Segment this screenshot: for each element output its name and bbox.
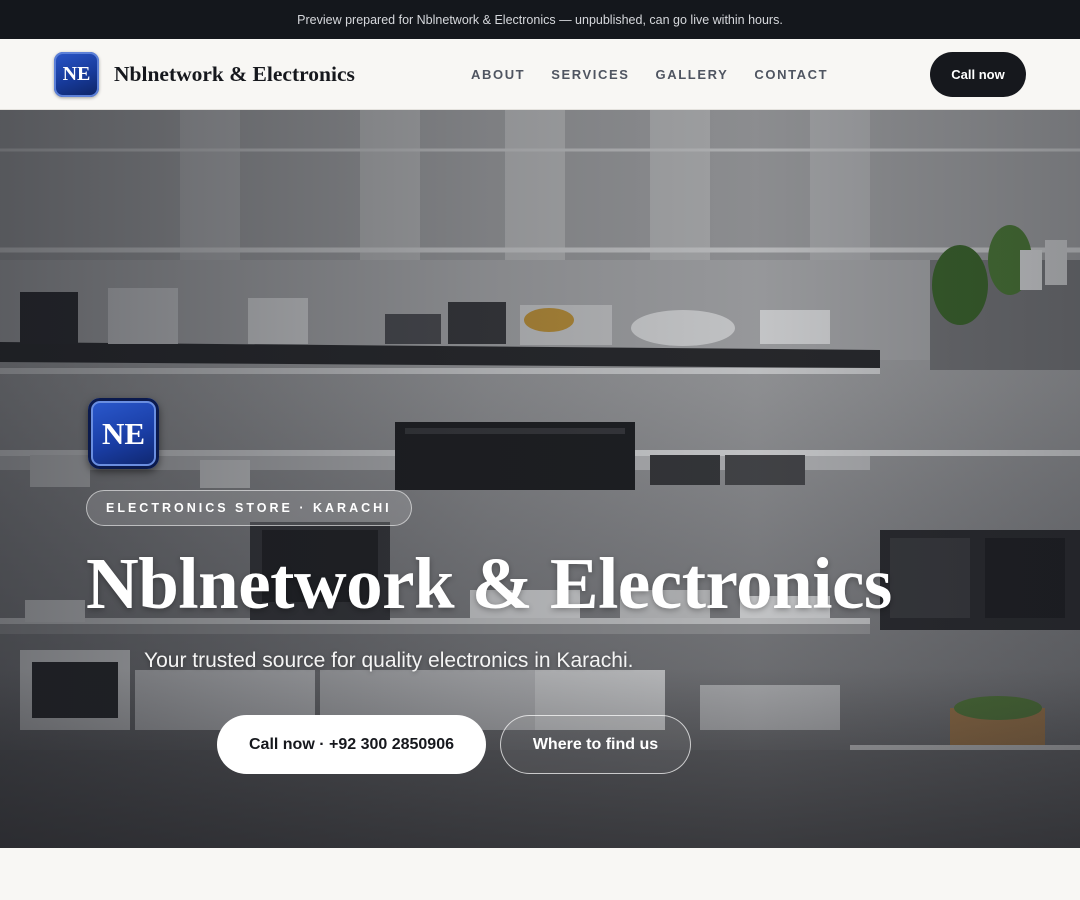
nav-link-gallery[interactable]: GALLERY [656,67,729,82]
call-now-button[interactable]: Call now [930,52,1026,97]
where-to-find-us-button[interactable]: Where to find us [500,715,691,774]
preview-banner: Preview prepared for Nblnetwork & Electr… [0,0,1080,39]
hero-title: Nblnetwork & Electronics [86,543,892,624]
hero-section: NE ELECTRONICS STORE · KARACHI Nblnetwor… [0,110,1080,848]
brand-name[interactable]: Nblnetwork & Electronics [114,62,355,87]
call-now-phone-button[interactable]: Call now · +92 300 2850906 [217,715,486,774]
next-section-start [0,848,1080,900]
nav-links: ABOUT SERVICES GALLERY CONTACT [471,39,854,110]
hero-category-tag: ELECTRONICS STORE · KARACHI [86,490,412,526]
nav-link-contact[interactable]: CONTACT [754,67,828,82]
hero-subtitle: Your trusted source for quality electron… [144,649,634,672]
nav-link-services[interactable]: SERVICES [551,67,629,82]
brand-logo-initials: NE [62,62,91,85]
top-navigation: NE Nblnetwork & Electronics ABOUT SERVIC… [0,39,1080,110]
hero-logo: NE [88,398,159,469]
hero-logo-initials: NE [101,415,146,451]
preview-banner-text: Preview prepared for Nblnetwork & Electr… [297,12,783,27]
nav-link-about[interactable]: ABOUT [471,67,525,82]
brand-logo[interactable]: NE [54,51,99,97]
